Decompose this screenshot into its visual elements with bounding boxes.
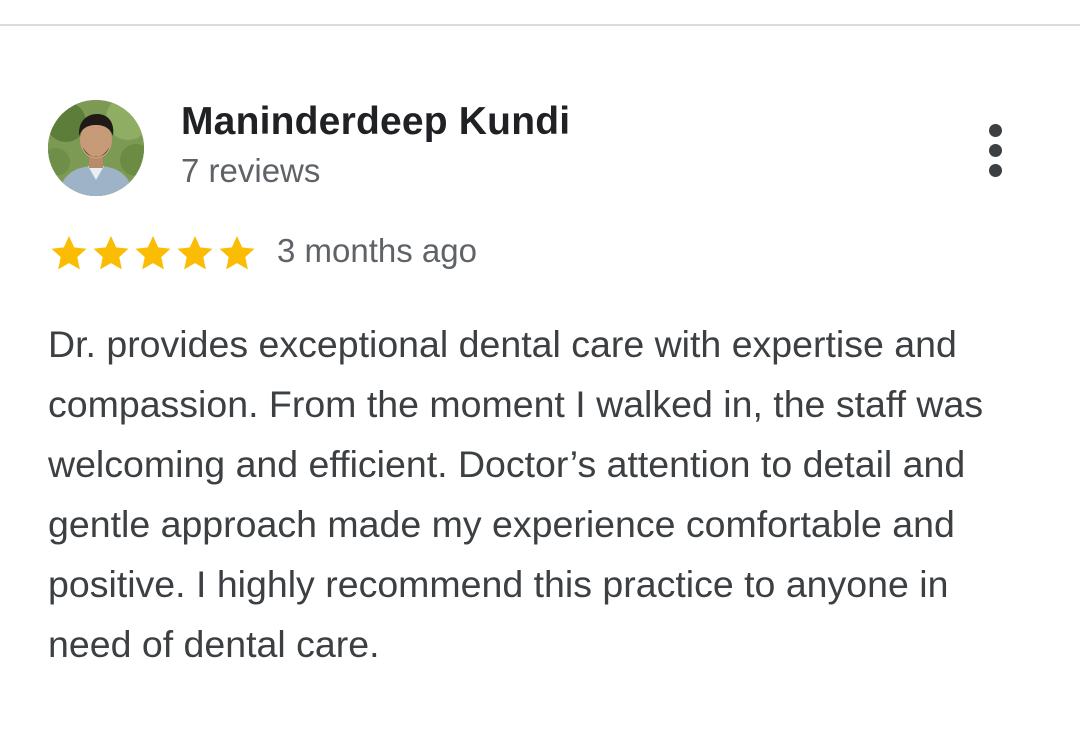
star-icon bbox=[135, 236, 171, 270]
star-icon bbox=[93, 236, 129, 270]
star-icon bbox=[177, 236, 213, 270]
review-count[interactable]: 7 reviews bbox=[181, 152, 320, 190]
reviewer-name[interactable]: Maninderdeep Kundi bbox=[181, 100, 570, 144]
star-icon bbox=[219, 236, 255, 270]
star-rating bbox=[48, 233, 258, 273]
review-card: Maninderdeep Kundi 7 reviews 3 months ag… bbox=[0, 26, 1080, 731]
review-date: 3 months ago bbox=[277, 232, 477, 269]
star-icon bbox=[51, 236, 87, 270]
avatar-photo bbox=[48, 100, 144, 196]
review-text: Dr. provides exceptional dental care wit… bbox=[48, 323, 984, 665]
more-options-button[interactable] bbox=[976, 122, 1016, 178]
reviewer-avatar[interactable] bbox=[48, 100, 144, 196]
